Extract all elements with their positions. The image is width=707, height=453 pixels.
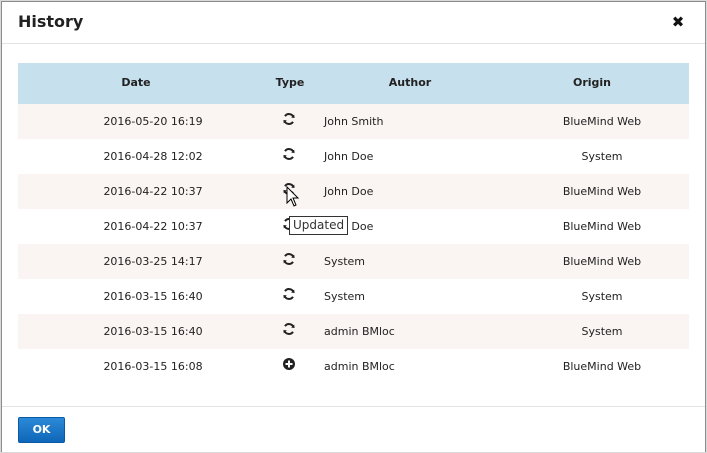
tooltip: Updated xyxy=(289,216,349,235)
refresh-icon xyxy=(282,112,302,128)
table-row[interactable]: 2016-03-25 14:17 System BlueMind Web xyxy=(18,244,689,279)
close-icon[interactable]: ✖ xyxy=(668,12,688,32)
column-header-type[interactable]: Type xyxy=(268,76,312,89)
table-body: 2016-05-20 16:19 John Smith BlueMind Web 20… xyxy=(18,104,689,384)
cell-origin: BlueMind Web xyxy=(562,115,642,128)
dialog-header: History ✖ xyxy=(2,2,705,44)
cell-author: admin BMloc xyxy=(324,360,395,373)
table-row[interactable]: 2016-03-15 16:40 admin BMloc System xyxy=(18,314,689,349)
column-header-origin[interactable]: Origin xyxy=(522,76,662,89)
cell-origin: System xyxy=(581,150,623,163)
dialog-footer: OK xyxy=(2,406,705,452)
cell-author: John Smith xyxy=(324,115,384,128)
table-row[interactable]: 2016-03-15 16:40 System System xyxy=(18,279,689,314)
cell-date: 2016-03-15 16:40 xyxy=(103,290,203,303)
cell-origin: BlueMind Web xyxy=(562,360,642,373)
cell-date: 2016-04-22 10:37 xyxy=(103,220,203,233)
table-row[interactable]: 2016-04-28 12:02 John Doe System xyxy=(18,139,689,174)
column-header-author[interactable]: Author xyxy=(348,76,472,89)
cell-origin: BlueMind Web xyxy=(562,255,642,268)
cell-origin: System xyxy=(581,290,623,303)
cell-author: John Doe xyxy=(324,185,374,198)
mouse-cursor-icon xyxy=(286,186,300,207)
cell-author: System xyxy=(324,255,366,268)
refresh-icon xyxy=(282,322,302,338)
cell-author: John Doe xyxy=(324,150,374,163)
table-row[interactable]: 2016-05-20 16:19 John Smith BlueMind Web xyxy=(18,104,689,139)
cell-origin: System xyxy=(581,325,623,338)
dialog-title: History xyxy=(18,12,84,31)
cell-author: admin BMloc xyxy=(324,325,395,338)
cell-date: 2016-04-28 12:02 xyxy=(103,150,203,163)
table-row[interactable]: 2016-04-22 10:37 John Doe BlueMind Web xyxy=(18,209,689,244)
ok-button[interactable]: OK xyxy=(18,417,65,443)
cell-date: 2016-03-15 16:08 xyxy=(103,360,203,373)
refresh-icon xyxy=(282,147,302,163)
cell-origin: BlueMind Web xyxy=(562,185,642,198)
refresh-icon xyxy=(282,287,302,303)
history-table: Date Type Author Origin 2016-05-20 16:19… xyxy=(18,63,689,384)
cell-date: 2016-03-25 14:17 xyxy=(103,255,203,268)
cell-date: 2016-03-15 16:40 xyxy=(103,325,203,338)
cell-origin: BlueMind Web xyxy=(562,220,642,233)
table-row[interactable]: 2016-04-22 10:37 John Doe BlueMind Web xyxy=(18,174,689,209)
refresh-icon xyxy=(282,252,302,268)
table-row[interactable]: 2016-03-15 16:08 admin BMloc BlueMind Web xyxy=(18,349,689,384)
column-header-date[interactable]: Date xyxy=(18,76,254,89)
plus-circle-icon xyxy=(282,357,302,373)
history-dialog: History ✖ Date Type Author Origin 2016-0… xyxy=(1,1,706,452)
cell-date: 2016-04-22 10:37 xyxy=(103,185,203,198)
table-header: Date Type Author Origin xyxy=(18,63,689,104)
cell-author: System xyxy=(324,290,366,303)
cell-date: 2016-05-20 16:19 xyxy=(103,115,203,128)
